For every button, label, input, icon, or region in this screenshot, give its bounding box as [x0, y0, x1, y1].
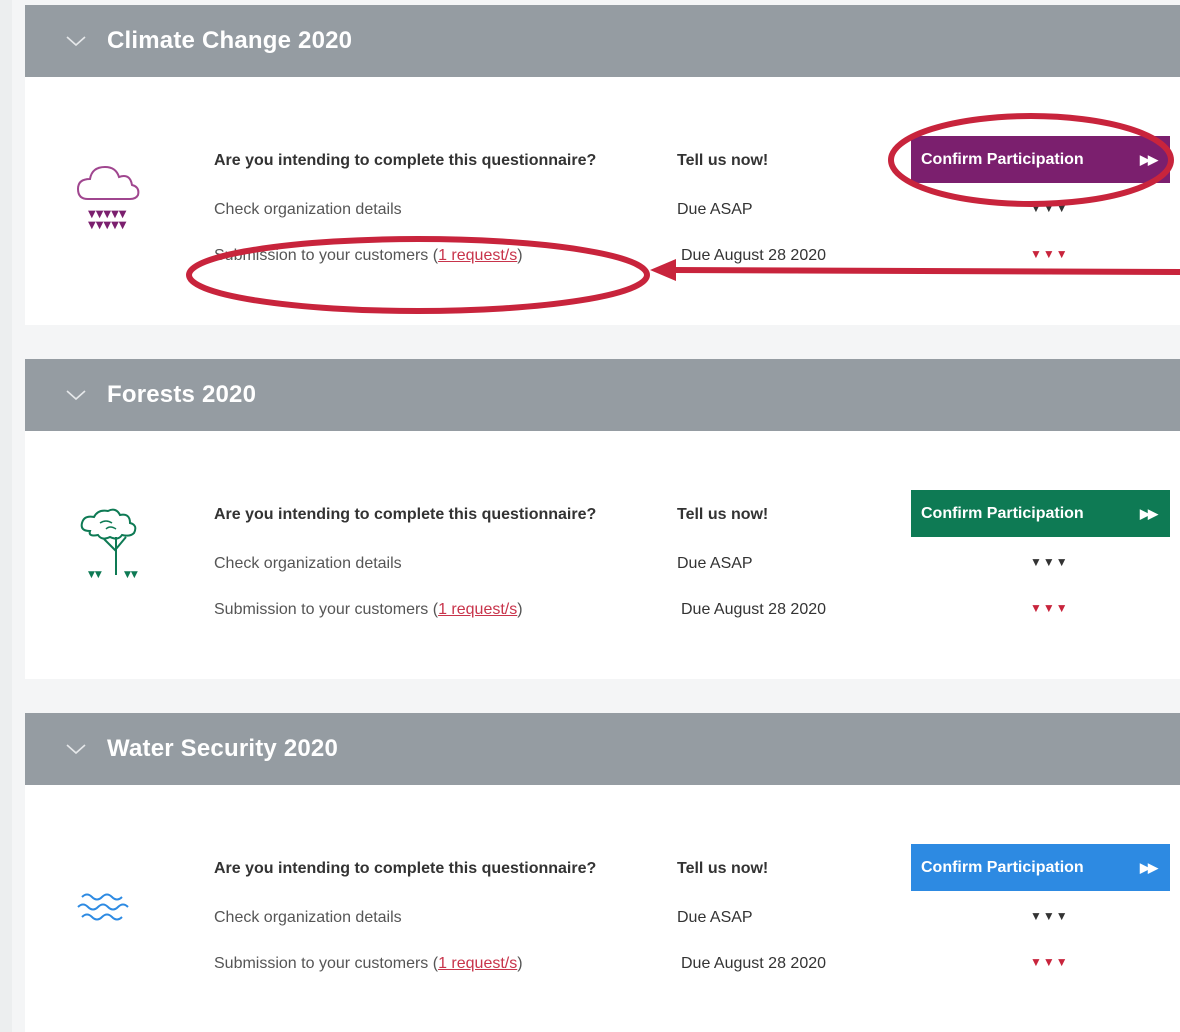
section-title: Water Security 2020: [107, 735, 339, 762]
section-header[interactable]: Water Security 2020: [25, 713, 1180, 785]
section-header[interactable]: Forests 2020: [25, 359, 1180, 431]
chevron-down-icon[interactable]: [63, 736, 89, 762]
tell-us-now-text: Tell us now!: [677, 506, 769, 523]
button-label: Confirm Participation: [921, 504, 1084, 522]
status-dots: ▼▼▼: [1030, 247, 1069, 261]
submission-suffix: ): [517, 601, 523, 618]
submission-label: Submission to your customers (1 request/…: [214, 247, 523, 265]
question-label: Are you intending to complete this quest…: [214, 506, 597, 523]
svg-text:▼▼: ▼▼: [124, 570, 138, 580]
section-title: Climate Change 2020: [107, 27, 353, 54]
due-asap-text: Due ASAP: [677, 909, 753, 926]
section-body: ▼▼▼▼▼ ▼▼▼▼▼ Are you intending to complet…: [25, 77, 1180, 325]
cloud-rain-icon: ▼▼▼▼▼ ▼▼▼▼▼: [70, 147, 170, 247]
tell-us-now-text: Tell us now!: [677, 152, 769, 169]
status-dots: ▼▼▼: [1030, 909, 1069, 923]
svg-text:▼▼: ▼▼: [88, 570, 102, 580]
left-rail: [0, 0, 12, 1032]
requests-link[interactable]: 1 request/s: [438, 247, 517, 264]
status-dots: ▼▼▼: [1030, 555, 1069, 569]
question-label: Are you intending to complete this quest…: [214, 860, 597, 877]
check-details-label: Check organization details: [214, 909, 402, 926]
due-date-text: Due August 28 2020: [681, 601, 827, 618]
requests-link[interactable]: 1 request/s: [438, 601, 517, 618]
water-waves-icon: [70, 855, 170, 955]
section-body: ▼▼ ▼▼ Are you intending to complete this…: [25, 431, 1180, 679]
chevron-down-icon[interactable]: [63, 382, 89, 408]
check-details-label: Check organization details: [214, 555, 402, 572]
question-label: Are you intending to complete this quest…: [214, 152, 597, 169]
due-asap-text: Due ASAP: [677, 201, 753, 218]
submission-label: Submission to your customers (1 request/…: [214, 955, 523, 973]
submission-prefix: Submission to your customers (: [214, 955, 439, 972]
confirm-participation-button[interactable]: Confirm Participation ▶▶: [911, 844, 1170, 891]
submission-label: Submission to your customers (1 request/…: [214, 601, 523, 619]
double-arrow-icon: ▶▶: [1140, 859, 1158, 875]
submission-prefix: Submission to your customers (: [214, 247, 439, 264]
submission-suffix: ): [517, 955, 523, 972]
svg-text:▼▼▼▼▼: ▼▼▼▼▼: [88, 220, 127, 231]
requests-link[interactable]: 1 request/s: [438, 955, 517, 972]
svg-text:▼▼▼▼▼: ▼▼▼▼▼: [88, 209, 127, 220]
check-details-label: Check organization details: [214, 201, 402, 218]
confirm-participation-button[interactable]: Confirm Participation ▶▶: [911, 490, 1170, 537]
button-label: Confirm Participation: [921, 858, 1084, 876]
section-water-security: Water Security 2020 Are you intending to…: [25, 713, 1180, 1032]
due-asap-text: Due ASAP: [677, 555, 753, 572]
section-body: Are you intending to complete this quest…: [25, 785, 1180, 1032]
status-dots: ▼▼▼: [1030, 955, 1069, 969]
submission-suffix: ): [517, 247, 523, 264]
section-title: Forests 2020: [107, 381, 257, 408]
double-arrow-icon: ▶▶: [1140, 151, 1158, 167]
due-date-text: Due August 28 2020: [681, 955, 827, 972]
due-date-text: Due August 28 2020: [681, 247, 827, 264]
section-climate-change: Climate Change 2020 ▼▼▼▼▼ ▼▼▼▼▼ Are you …: [25, 5, 1180, 325]
chevron-down-icon[interactable]: [63, 28, 89, 54]
double-arrow-icon: ▶▶: [1140, 505, 1158, 521]
submission-prefix: Submission to your customers (: [214, 601, 439, 618]
section-forests: Forests 2020 ▼▼ ▼▼ Are you intending to …: [25, 359, 1180, 679]
tree-icon: ▼▼ ▼▼: [70, 501, 170, 601]
confirm-participation-button[interactable]: Confirm Participation ▶▶: [911, 136, 1170, 183]
status-dots: ▼▼▼: [1030, 601, 1069, 615]
section-header[interactable]: Climate Change 2020: [25, 5, 1180, 77]
tell-us-now-text: Tell us now!: [677, 860, 769, 877]
status-dots: ▼▼▼: [1030, 201, 1069, 215]
button-label: Confirm Participation: [921, 150, 1084, 168]
